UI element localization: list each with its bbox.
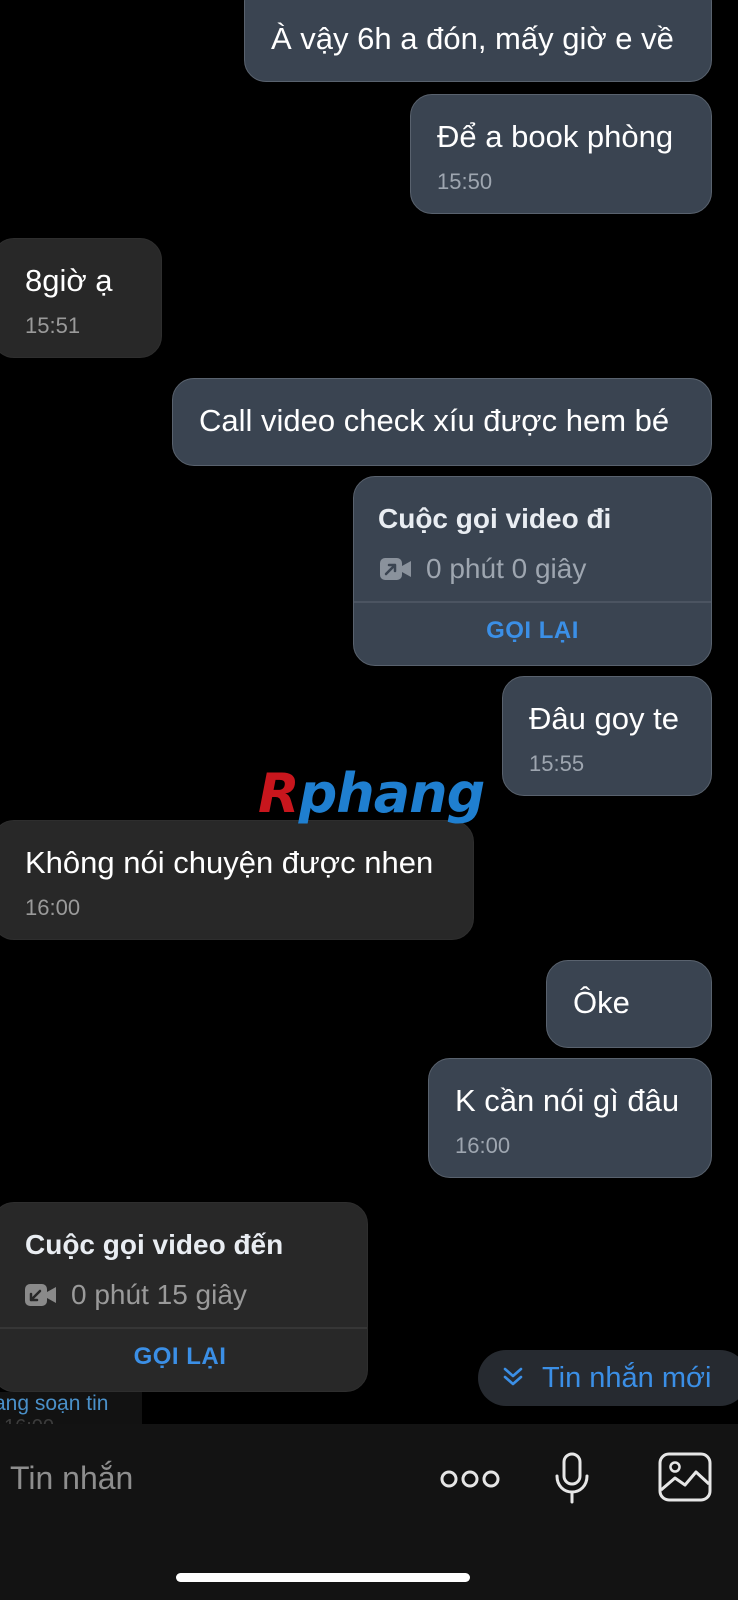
message-time: 15:50	[437, 169, 493, 194]
double-chevron-down-icon	[503, 1367, 523, 1386]
new-messages-label: Tin nhắn mới	[542, 1362, 712, 1394]
message-bubble-outgoing[interactable]: À vậy 6h a đón, mấy giờ e về	[244, 0, 712, 82]
new-messages-button[interactable]: Tin nhắn mới	[478, 1350, 738, 1406]
message-text: Call video check xíu được hem bé	[199, 403, 670, 438]
incoming-video-call-icon	[25, 1284, 56, 1306]
call-back-button[interactable]: GỌI LẠI	[0, 1343, 367, 1371]
message-text: Để a book phòng	[437, 119, 674, 154]
call-back-button[interactable]: GỌI LẠI	[354, 617, 711, 645]
more-dots-icon[interactable]	[440, 1468, 500, 1490]
message-bubble-incoming[interactable]: Không nói chuyện được nhen 16:00	[0, 820, 474, 940]
home-indicator[interactable]	[176, 1573, 470, 1582]
message-time: 16:00	[25, 895, 81, 920]
message-bubble-incoming[interactable]: 8giờ ạ 15:51	[0, 238, 162, 358]
call-title: Cuộc gọi video đến	[25, 1229, 284, 1260]
video-call-card-outgoing[interactable]: Cuộc gọi video đi 0 phút 0 giây GỌI LẠI	[353, 476, 712, 666]
message-text: K cần nói gì đâu	[455, 1083, 680, 1118]
message-time: 16:00	[455, 1133, 511, 1158]
outgoing-video-call-icon	[380, 558, 411, 580]
typing-text: ang soạn tin	[0, 1392, 109, 1415]
message-bubble-outgoing[interactable]: Call video check xíu được hem bé	[172, 378, 712, 466]
message-text: Đâu goy te	[529, 701, 679, 736]
divider	[0, 1327, 367, 1329]
message-time: 15:51	[25, 313, 81, 338]
message-text: 8giờ ạ	[25, 263, 113, 298]
message-bubble-outgoing[interactable]: Để a book phòng 15:50	[410, 94, 712, 214]
call-duration: 0 phút 0 giây	[426, 553, 587, 584]
image-icon[interactable]	[658, 1452, 712, 1502]
watermark-letter: R	[258, 762, 300, 825]
microphone-icon[interactable]	[552, 1452, 592, 1504]
message-bubble-outgoing[interactable]: Đâu goy te 15:55	[502, 676, 712, 796]
call-duration: 0 phút 15 giây	[71, 1279, 247, 1310]
message-bubble-outgoing[interactable]: Ôke	[546, 960, 712, 1048]
message-time: 15:55	[529, 751, 585, 776]
message-text: Ôke	[573, 985, 630, 1020]
message-text: À vậy 6h a đón, mấy giờ e về	[271, 21, 674, 56]
video-call-card-incoming[interactable]: Cuộc gọi video đến 0 phút 15 giây GỌI LẠ…	[0, 1202, 368, 1392]
watermark-logo: Rphang	[258, 762, 486, 825]
message-text: Không nói chuyện được nhen	[25, 845, 434, 880]
message-input[interactable]: Tin nhắn	[10, 1458, 133, 1498]
message-bubble-outgoing[interactable]: K cần nói gì đâu 16:00	[428, 1058, 712, 1178]
watermark-text: phang	[298, 762, 486, 825]
call-title: Cuộc gọi video đi	[378, 503, 612, 534]
divider	[354, 601, 711, 603]
